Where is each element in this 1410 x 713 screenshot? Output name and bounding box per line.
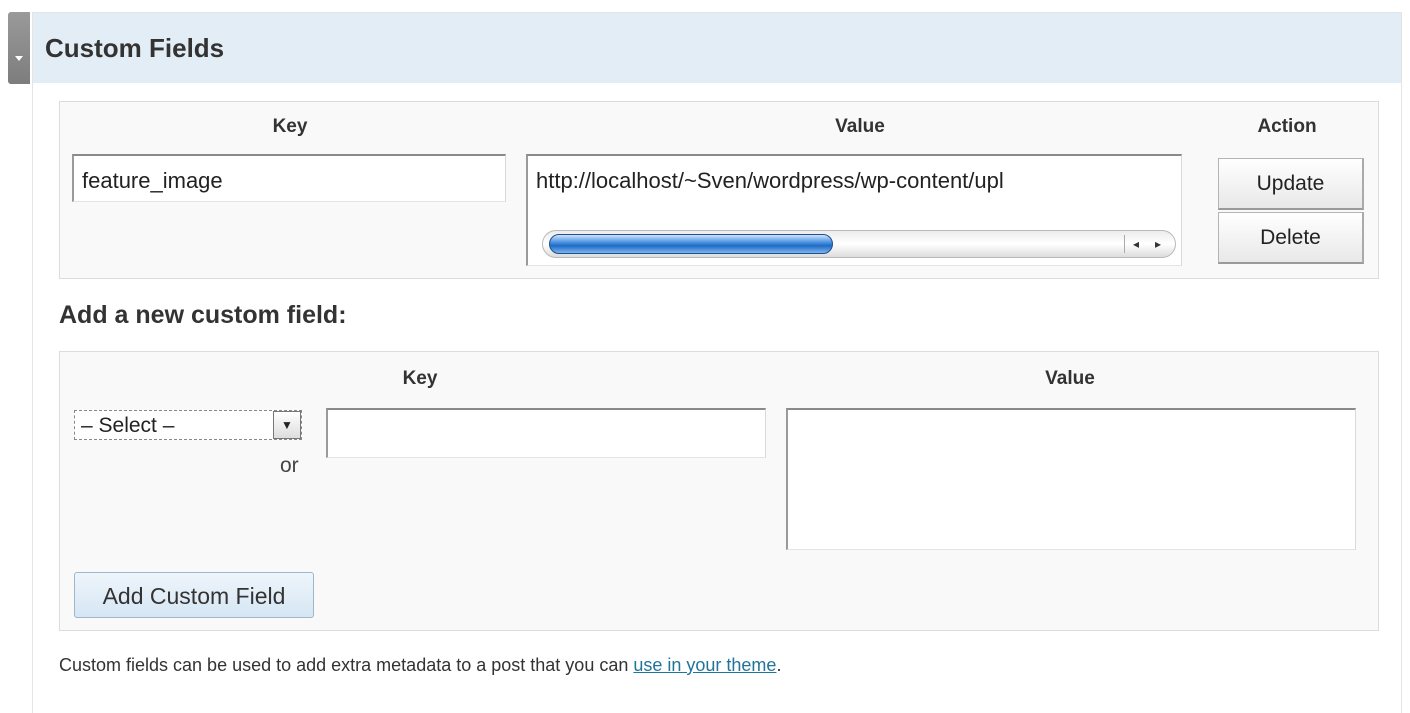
collapse-toggle[interactable] [8, 12, 30, 84]
chevron-down-icon[interactable]: ▼ [273, 411, 301, 439]
footer-note: Custom fields can be used to add extra m… [59, 655, 781, 676]
chevron-down-icon [15, 56, 23, 61]
existing-fields-table: Key Value Action feature_image http://lo… [59, 101, 1379, 279]
horizontal-scrollbar[interactable]: ◂ ▸ [542, 230, 1176, 258]
panel-title: Custom Fields [45, 33, 225, 63]
scroll-left-icon[interactable]: ◂ [1133, 237, 1139, 251]
add-custom-field-button[interactable]: Add Custom Field [74, 572, 314, 618]
delete-button[interactable]: Delete [1218, 212, 1364, 264]
new-value-textarea[interactable] [786, 408, 1356, 550]
existing-value-text: http://localhost/~Sven/wordpress/wp-cont… [536, 168, 1004, 193]
new-key-input[interactable] [326, 408, 766, 458]
new-value-column-header: Value [1045, 368, 1095, 389]
scrollbar-thumb[interactable] [549, 234, 833, 254]
add-new-heading: Add a new custom field: [59, 301, 347, 329]
existing-key-input[interactable]: feature_image [72, 154, 506, 202]
footer-period: . [776, 655, 782, 675]
add-new-field-table: Key Value – Select – ▼ or Add Custom Fie… [59, 351, 1379, 631]
panel-header: Custom Fields [33, 13, 1401, 83]
custom-fields-panel: Custom Fields Key Value Action feature_i… [32, 12, 1402, 713]
key-select-dropdown[interactable]: – Select – ▼ [74, 410, 302, 440]
new-key-column-header: Key [402, 368, 438, 389]
update-button[interactable]: Update [1218, 158, 1364, 210]
existing-value-textarea[interactable]: http://localhost/~Sven/wordpress/wp-cont… [526, 154, 1182, 266]
key-column-header: Key [272, 116, 308, 137]
action-column-header: Action [1257, 116, 1317, 137]
use-in-theme-link[interactable]: use in your theme [633, 655, 776, 675]
footer-text: Custom fields can be used to add extra m… [59, 655, 634, 675]
or-label: or [280, 454, 299, 477]
select-value: – Select – [81, 414, 175, 437]
scroll-right-icon[interactable]: ▸ [1155, 237, 1161, 251]
value-column-header: Value [835, 116, 885, 137]
scroll-arrows[interactable]: ◂ ▸ [1124, 235, 1169, 253]
